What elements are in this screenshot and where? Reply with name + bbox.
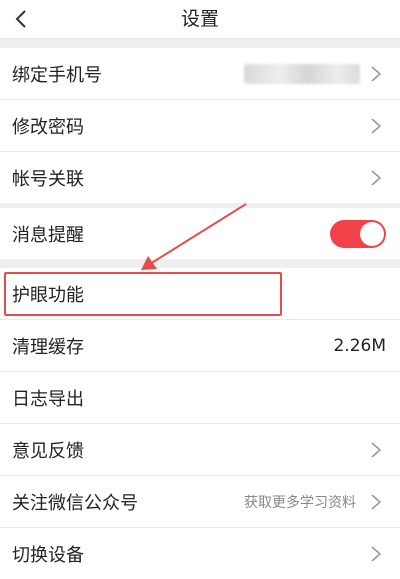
follow-wechat-row[interactable]: 关注微信公众号 获取更多学习资料 xyxy=(0,476,400,528)
clear-cache-label: 清理缓存 xyxy=(12,336,84,358)
switch-device-row[interactable]: 切换设备 xyxy=(0,528,400,579)
message-reminder-label: 消息提醒 xyxy=(12,224,84,246)
follow-wechat-hint: 获取更多学习资料 xyxy=(244,494,356,511)
change-password-label: 修改密码 xyxy=(12,116,84,138)
account-group: 绑定手机号 修改密码 帐号关联 xyxy=(0,48,400,203)
page-title: 设置 xyxy=(180,8,219,30)
cache-size-value: 2.26M xyxy=(333,335,386,356)
phone-number-blurred xyxy=(244,63,360,84)
change-password-row[interactable]: 修改密码 xyxy=(0,100,400,152)
account-link-row[interactable]: 帐号关联 xyxy=(0,152,400,203)
toggle-knob xyxy=(360,221,384,246)
message-reminder-toggle[interactable] xyxy=(330,219,386,248)
feedback-label: 意见反馈 xyxy=(12,440,84,462)
message-reminder-row: 消息提醒 xyxy=(0,208,400,259)
chevron-right-icon xyxy=(371,169,382,186)
annotation-highlight-box xyxy=(4,272,282,316)
bind-phone-row[interactable]: 绑定手机号 xyxy=(0,48,400,100)
notification-group: 消息提醒 xyxy=(0,208,400,259)
chevron-right-icon xyxy=(371,117,382,134)
clear-cache-row[interactable]: 清理缓存 2.26M xyxy=(0,320,400,372)
chevron-right-icon xyxy=(371,65,382,82)
feedback-row[interactable]: 意见反馈 xyxy=(0,424,400,476)
bind-phone-label: 绑定手机号 xyxy=(12,64,102,86)
log-export-row[interactable]: 日志导出 xyxy=(0,372,400,424)
follow-wechat-label: 关注微信公众号 xyxy=(12,492,138,514)
top-bar: 设置 xyxy=(0,0,400,39)
chevron-right-icon xyxy=(371,493,382,510)
chevron-right-icon xyxy=(371,441,382,458)
switch-device-label: 切换设备 xyxy=(12,544,84,566)
chevron-right-icon xyxy=(371,545,382,562)
log-export-label: 日志导出 xyxy=(12,388,84,410)
account-link-label: 帐号关联 xyxy=(12,168,84,190)
